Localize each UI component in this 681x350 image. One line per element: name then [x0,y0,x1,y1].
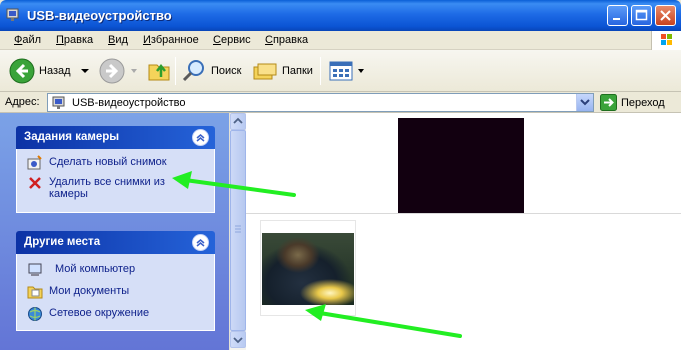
documents-folder-icon [27,286,43,299]
chevron-down-icon [233,337,243,344]
menu-view[interactable]: Вид [108,34,128,46]
delete-all-label: Удалить все снимки из камеры [49,176,165,200]
my-computer-label: Мой компьютер [55,263,136,275]
go-arrow-icon [600,94,617,111]
address-dropdown-button[interactable] [576,94,593,111]
webcam-icon [52,96,65,109]
up-folder-icon [148,63,170,81]
maximize-button[interactable] [631,5,652,26]
menu-edit[interactable]: Правка [56,34,93,46]
menu-file[interactable]: Файл [14,34,41,46]
other-places-header[interactable]: Другие места [16,231,215,254]
scroll-up-button[interactable] [230,113,246,130]
camera-preview [398,118,524,213]
close-button[interactable] [655,5,676,26]
folders-icon [253,63,277,80]
camera-preview-area [246,113,681,214]
my-documents-link[interactable]: Мои документы [27,284,206,300]
views-button[interactable] [328,57,366,85]
back-button[interactable]: Назад [9,57,91,85]
delete-all-link[interactable]: Удалить все снимки из камеры [27,175,206,200]
window-title: USB-видеоустройство [27,8,172,23]
search-button[interactable]: Поиск [181,57,241,85]
computer-icon [28,263,42,276]
menu-favorites[interactable]: Избранное [143,34,199,46]
camera-icon [27,155,42,170]
other-places-body: Мой компьютер Мои документы Сетевое окру… [16,254,215,331]
folders-label: Папки [282,65,313,77]
grip-icon [235,225,241,233]
maximize-icon [635,9,648,21]
network-globe-icon [28,307,42,321]
snapshot-thumbnail[interactable] [260,220,356,316]
task-pane-scrollbar[interactable] [229,113,246,350]
take-picture-link[interactable]: Сделать новый снимок [27,155,206,171]
other-places-panel: Другие места Мой компьютер Мои документы [16,231,215,331]
address-value: USB-видеоустройство [72,97,186,109]
other-places-title: Другие места [24,236,101,248]
collapse-button[interactable] [192,234,209,251]
collapse-button[interactable] [192,129,209,146]
webcam-icon [6,8,19,21]
network-link[interactable]: Сетевое окружение [27,306,206,322]
close-icon [660,10,671,21]
back-label: Назад [39,65,71,77]
toolbar-separator [175,57,176,85]
menu-help[interactable]: Справка [265,34,308,46]
chevron-down-icon [580,99,590,106]
folders-button[interactable]: Папки [252,57,313,85]
chevron-down-icon[interactable] [79,66,91,76]
forward-button[interactable] [99,57,139,85]
take-picture-label: Сделать новый снимок [49,156,167,168]
go-label: Переход [621,96,665,109]
up-folder-button[interactable] [147,57,171,85]
camera-tasks-body: Сделать новый снимок Удалить все снимки … [16,149,215,213]
camera-tasks-title: Задания камеры [24,131,120,143]
search-label: Поиск [211,65,242,77]
back-arrow-icon [9,58,35,84]
search-icon [182,60,204,82]
double-chevron-up-icon [196,134,205,142]
scroll-thumb[interactable] [230,130,246,331]
chevron-down-icon[interactable] [356,66,366,76]
my-documents-label: Мои документы [49,285,130,297]
network-label: Сетевое окружение [49,307,150,319]
go-button[interactable]: Переход [600,94,665,111]
chevron-down-icon[interactable] [129,66,139,76]
address-field[interactable]: USB-видеоустройство [47,93,594,112]
scroll-down-button[interactable] [230,331,246,348]
delete-icon [29,177,41,189]
address-bar: Адрес: USB-видеоустройство Переход [0,92,681,113]
my-computer-link[interactable]: Мой компьютер [27,262,206,278]
camera-tasks-header[interactable]: Задания камеры [16,126,215,149]
toolbar-separator [320,57,321,85]
views-icon [329,61,353,81]
menu-tools[interactable]: Сервис [213,34,251,46]
chevron-up-icon [233,117,243,124]
camera-tasks-panel: Задания камеры Сделать новый снимок Удал… [16,126,215,213]
forward-arrow-icon [99,58,125,84]
title-bar: USB-видеоустройство [0,0,681,31]
toolbar: Назад Поиск Папки [0,50,681,92]
menu-bar: Файл Правка Вид Избранное Сервис Справка [0,31,681,50]
task-pane: Задания камеры Сделать новый снимок Удал… [0,113,229,350]
snapshot-image [262,233,354,305]
double-chevron-up-icon [196,239,205,247]
minimize-button[interactable] [607,5,628,26]
content-area [246,113,681,350]
minimize-icon [613,18,620,20]
address-label: Адрес: [5,96,40,108]
windows-logo-icon [651,31,681,50]
